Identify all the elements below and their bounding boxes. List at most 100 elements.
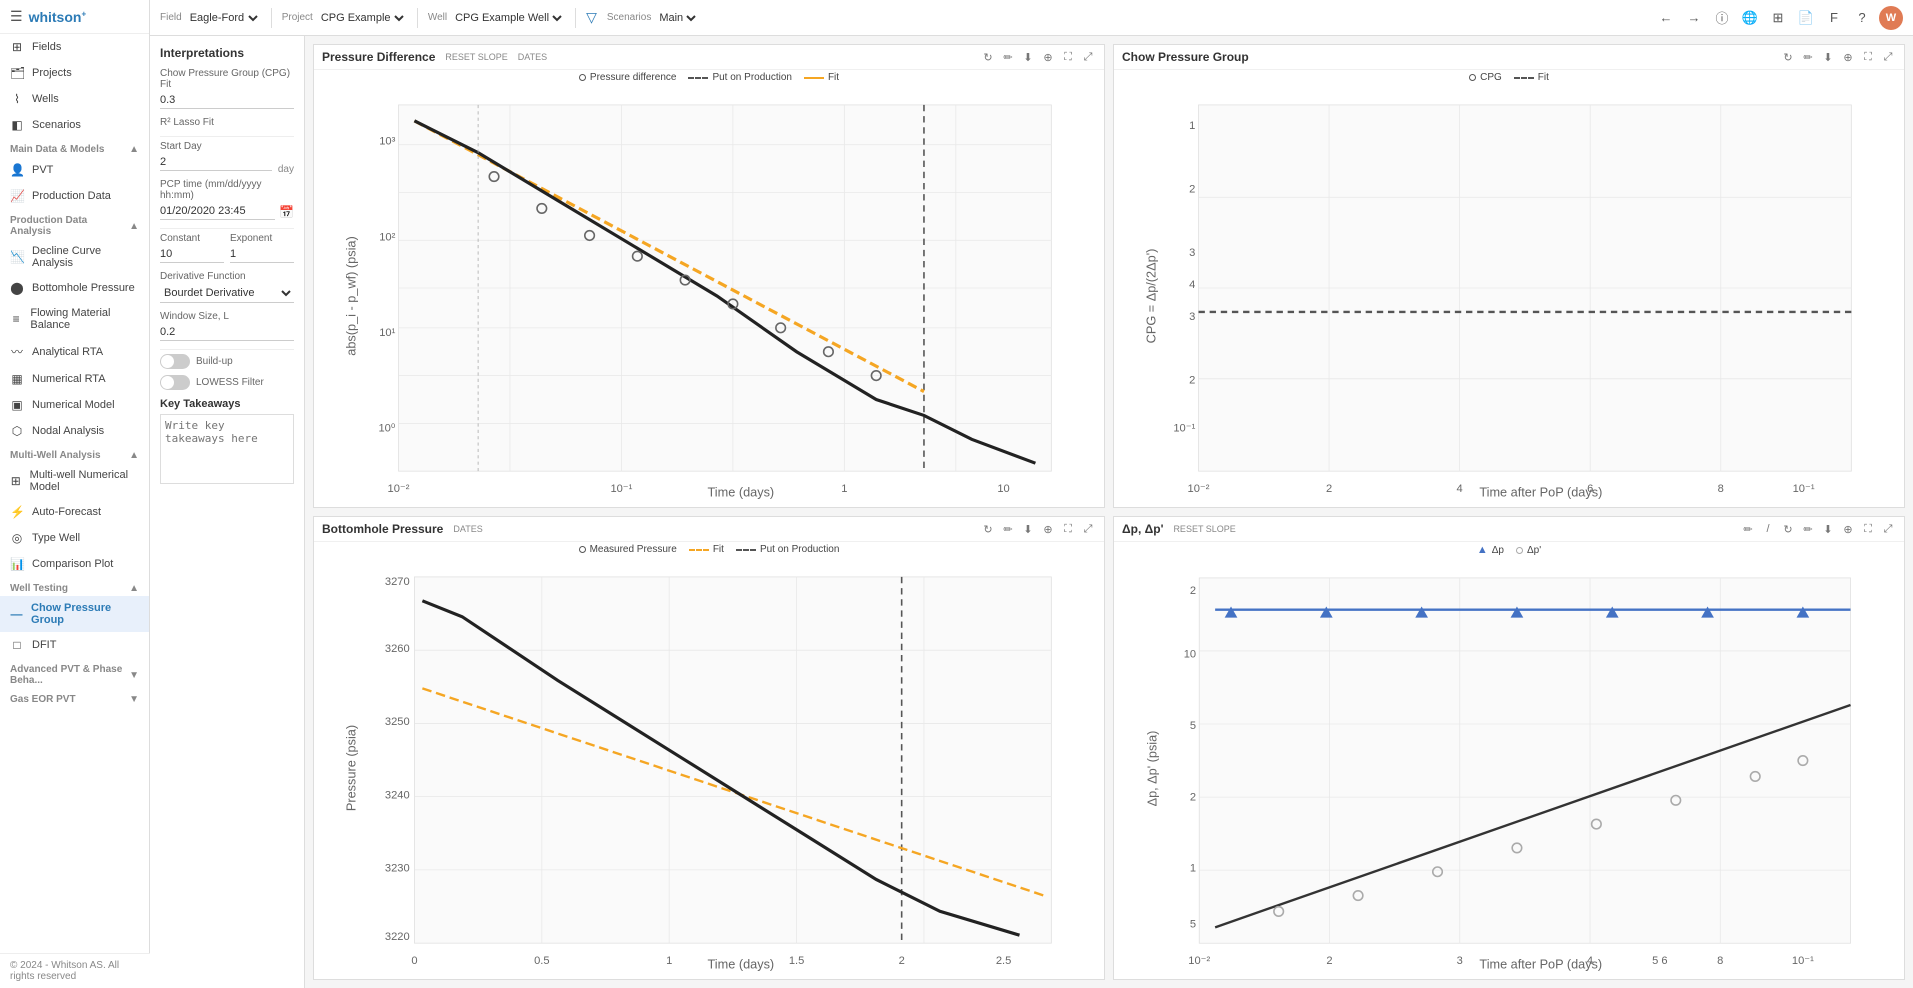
edit-icon[interactable]: ✏ [1000, 49, 1016, 65]
download-icon[interactable]: ⬇ [1020, 521, 1036, 537]
cpg-fit-input[interactable] [160, 92, 294, 109]
sidebar-item-flowing-material[interactable]: ≡ Flowing Material Balance [0, 301, 149, 337]
section-arrow-icon[interactable]: ▲ [129, 450, 139, 461]
document-icon[interactable]: 📄 [1795, 7, 1817, 29]
edit-icon[interactable]: ✏ [1800, 49, 1816, 65]
fullscreen-icon[interactable]: ⛶ [1860, 49, 1876, 65]
sidebar-item-pvt[interactable]: 👤 PVT [0, 157, 149, 183]
zoom-icon[interactable]: ⊕ [1040, 49, 1056, 65]
key-takeaways-input[interactable] [160, 414, 294, 484]
well-select[interactable]: CPG Example Well [451, 11, 565, 25]
svg-text:CPG = Δp/(2Δp'): CPG = Δp/(2Δp') [1144, 249, 1159, 344]
svg-text:10⁻¹: 10⁻¹ [1793, 483, 1815, 495]
derivative-select[interactable]: Bourdet Derivative [160, 284, 294, 303]
sidebar-item-chow-pressure-group[interactable]: — Chow Pressure Group [0, 596, 149, 632]
scenarios-select[interactable]: Main [655, 11, 699, 25]
zoom-icon[interactable]: ⊕ [1840, 521, 1856, 537]
zoom-icon[interactable]: ⊕ [1840, 49, 1856, 65]
svg-text:1: 1 [1190, 863, 1196, 875]
info-icon[interactable]: ⓘ [1711, 7, 1733, 29]
lasso-fit-group: R² Lasso Fit [160, 117, 294, 128]
fullscreen-icon[interactable]: ⛶ [1060, 49, 1076, 65]
scenarios-selector[interactable]: Scenarios Main [607, 11, 699, 25]
download-icon[interactable]: ⬇ [1820, 49, 1836, 65]
project-select[interactable]: CPG Example [317, 11, 407, 25]
constant-input[interactable] [160, 246, 224, 263]
sidebar-item-nodal-analysis[interactable]: ⬡ Nodal Analysis [0, 418, 149, 444]
sidebar-item-multi-well-numerical[interactable]: ⊞ Multi-well Numerical Model [0, 463, 149, 499]
sync-icon[interactable]: ↻ [980, 521, 996, 537]
sidebar-item-wells[interactable]: ⌇ Wells [0, 86, 149, 112]
sidebar-item-fields[interactable]: ⊞ Fields [0, 34, 149, 60]
derivative-group: Derivative Function Bourdet Derivative [160, 271, 294, 303]
sidebar-item-numerical-model[interactable]: ▣ Numerical Model [0, 392, 149, 418]
section-arrow-icon[interactable]: ▲ [129, 583, 139, 594]
legend-put-on-production: Put on Production [688, 72, 792, 83]
sidebar-item-projects[interactable]: 🗂 Projects [0, 60, 149, 86]
sidebar-item-auto-forecast[interactable]: ⚡ Auto-Forecast [0, 499, 149, 525]
section-main-data: Main Data & Models ▲ [0, 138, 149, 157]
forward-button[interactable]: → [1683, 7, 1705, 29]
section-arrow-icon[interactable]: ▲ [129, 144, 139, 155]
lowess-toggle[interactable] [160, 375, 190, 390]
reset-slope-button[interactable]: RESET SLOPE [445, 52, 507, 62]
section-collapse-icon[interactable]: ▼ [129, 694, 139, 705]
pencil-icon[interactable]: ✏ [1740, 521, 1756, 537]
question-icon[interactable]: ? [1851, 7, 1873, 29]
start-day-input[interactable] [160, 154, 272, 171]
sidebar-item-decline-curve[interactable]: 📉 Decline Curve Analysis [0, 239, 149, 275]
sidebar-item-analytical-rta[interactable]: 〰 Analytical RTA [0, 337, 149, 366]
grid-icon[interactable]: ⊞ [1767, 7, 1789, 29]
pcp-time-input[interactable] [160, 203, 275, 220]
svg-text:Δp, Δp' (psia): Δp, Δp' (psia) [1145, 731, 1159, 807]
delta-pressure-chart: Δp, Δp' RESET SLOPE ✏ / ↻ ✏ ⬇ ⊕ ⛶ ⤢ ▲ Δp [1113, 516, 1905, 980]
decline-curve-icon: 📉 [10, 250, 24, 264]
expand-icon[interactable]: ⤢ [1880, 49, 1896, 65]
expand-icon[interactable]: ⤢ [1880, 521, 1896, 537]
back-button[interactable]: ← [1655, 7, 1677, 29]
sync-icon[interactable]: ↻ [1780, 521, 1796, 537]
sync-icon[interactable]: ↻ [980, 49, 996, 65]
sidebar-item-bottomhole-pressure[interactable]: ⬤ Bottomhole Pressure [0, 275, 149, 301]
well-selector[interactable]: Well CPG Example Well [428, 11, 565, 25]
svg-text:10: 10 [997, 483, 1009, 495]
edit-icon[interactable]: ✏ [1000, 521, 1016, 537]
top-bar-actions: ← → ⓘ 🌐 ⊞ 📄 F ? W [1655, 6, 1903, 30]
calendar-icon[interactable]: 📅 [279, 205, 294, 219]
filter-icon[interactable]: ▽ [586, 9, 597, 26]
sidebar-item-dfit[interactable]: □ DFIT [0, 632, 149, 658]
fields-icon: ⊞ [10, 40, 24, 54]
sidebar-item-type-well[interactable]: ◎ Type Well [0, 525, 149, 551]
download-icon[interactable]: ⬇ [1020, 49, 1036, 65]
globe-icon[interactable]: 🌐 [1739, 7, 1761, 29]
sync-icon[interactable]: ↻ [1780, 49, 1796, 65]
dates-button[interactable]: DATES [518, 52, 547, 62]
field-select[interactable]: Eagle-Ford [186, 11, 261, 25]
zoom-icon[interactable]: ⊕ [1040, 521, 1056, 537]
buildup-toggle[interactable] [160, 354, 190, 369]
footer-text: © 2024 - Whitson AS. All rights reserved [0, 953, 150, 988]
window-size-input[interactable] [160, 324, 294, 341]
section-collapse-icon[interactable]: ▼ [129, 670, 139, 681]
slash-icon[interactable]: / [1760, 521, 1776, 537]
sidebar-item-production-data[interactable]: 📈 Production Data [0, 183, 149, 209]
edit-icon[interactable]: ✏ [1800, 521, 1816, 537]
section-arrow-icon[interactable]: ▲ [129, 221, 139, 232]
field-selector[interactable]: Field Eagle-Ford [160, 11, 261, 25]
download-icon[interactable]: ⬇ [1820, 521, 1836, 537]
font-icon[interactable]: F [1823, 7, 1845, 29]
fullscreen-icon[interactable]: ⛶ [1860, 521, 1876, 537]
hamburger-icon[interactable]: ☰ [10, 8, 23, 25]
exponent-input[interactable] [230, 246, 294, 263]
sidebar-item-scenarios[interactable]: ◧ Scenarios [0, 112, 149, 138]
reset-slope-button[interactable]: RESET SLOPE [1173, 524, 1235, 534]
expand-icon[interactable]: ⤢ [1080, 521, 1096, 537]
sidebar-item-comparison-plot[interactable]: 📊 Comparison Plot [0, 551, 149, 577]
expand-icon[interactable]: ⤢ [1080, 49, 1096, 65]
exponent-label: Exponent [230, 233, 294, 244]
legend-put-on-prod-bh: Put on Production [736, 544, 840, 555]
sidebar-item-numerical-rta[interactable]: ▦ Numerical RTA [0, 366, 149, 392]
dates-button[interactable]: DATES [453, 524, 482, 534]
fullscreen-icon[interactable]: ⛶ [1060, 521, 1076, 537]
project-selector[interactable]: Project CPG Example [282, 11, 407, 25]
